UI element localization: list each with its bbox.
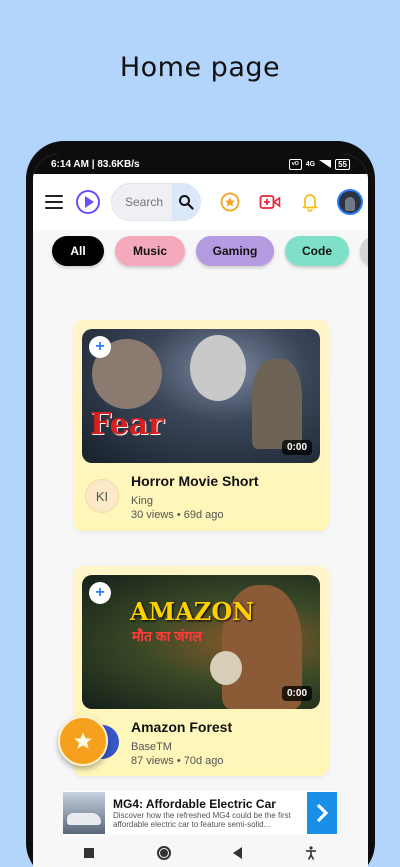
chip-gaming[interactable]: Gaming [196, 236, 274, 266]
chip-all[interactable]: All [52, 236, 104, 266]
ad-banner[interactable]: MG4: Affordable Electric Car Discover ho… [63, 791, 337, 835]
add-to-playlist-button[interactable]: + [89, 336, 111, 358]
search-input[interactable] [112, 184, 172, 220]
home-button[interactable] [156, 846, 171, 860]
star-icon [220, 192, 240, 212]
network-label: 4G [305, 160, 316, 168]
page-heading: Home page [119, 52, 281, 83]
video-title[interactable]: Horror Movie Short [131, 473, 259, 489]
video-duration: 0:00 [281, 686, 312, 701]
ad-title: MG4: Affordable Electric Car [113, 797, 276, 811]
notifications-button[interactable] [299, 191, 321, 213]
search-button[interactable] [172, 184, 200, 220]
bell-icon [302, 194, 318, 212]
search-bar [111, 183, 201, 221]
chip-code[interactable]: Code [285, 236, 349, 266]
channel-name[interactable]: King [131, 494, 259, 508]
chevron-right-icon [316, 803, 329, 823]
accessibility-icon[interactable] [305, 846, 317, 860]
chip-music[interactable]: Music [115, 236, 185, 266]
video-meta: Amazon Forest BaseTM 87 views • 70d ago [82, 719, 320, 768]
thumbnail-title: Fear [90, 407, 164, 442]
channel-name[interactable]: BaseTM [131, 740, 232, 754]
video-plus-icon [259, 195, 281, 209]
signal-icon [319, 160, 332, 168]
thumbnail-figure [252, 359, 302, 449]
system-nav-bar [33, 839, 368, 867]
video-card[interactable]: Fear + 0:00 KI Horror Movie Short King 3… [73, 320, 329, 531]
recents-button[interactable] [84, 848, 95, 858]
star-icon [74, 732, 92, 749]
video-meta: KI Horror Movie Short King 30 views • 69… [82, 473, 320, 522]
status-time: 6:14 AM | 83.6KB/s [51, 158, 140, 170]
status-icons: ᵛᴼ 4G 55 [288, 158, 350, 170]
search-icon [179, 195, 194, 210]
ad-image [63, 792, 105, 834]
ad-text: MG4: Affordable Electric Car Discover ho… [113, 797, 307, 829]
app-screen: 6:14 AM | 83.6KB/s ᵛᴼ 4G 55 Search All M… [33, 154, 368, 867]
video-stats: 87 views • 70d ago [131, 755, 224, 767]
video-duration: 0:00 [281, 440, 312, 455]
video-title[interactable]: Amazon Forest [131, 719, 232, 735]
ad-description: Discover how the refreshed MG4 could be … [113, 811, 291, 829]
thumbnail-subtitle: मौत का जंगल [132, 628, 202, 644]
add-to-playlist-button[interactable]: + [89, 582, 111, 604]
video-info: Amazon Forest BaseTM 87 views • 70d ago [131, 719, 232, 768]
top-app-bar [33, 174, 368, 230]
play-logo-icon[interactable] [76, 190, 100, 214]
channel-avatar[interactable]: KI [85, 479, 119, 513]
thumbnail-figure [210, 651, 242, 685]
video-thumbnail[interactable]: Fear + 0:00 [82, 329, 320, 463]
favorites-fab[interactable] [58, 716, 108, 766]
chip-partial[interactable] [360, 236, 368, 266]
favorites-button[interactable] [219, 191, 241, 213]
video-info: Horror Movie Short King 30 views • 69d a… [131, 473, 259, 522]
thumbnail-title: AMAZON [130, 597, 255, 626]
battery-icon: 55 [335, 158, 350, 170]
video-stats: 30 views • 69d ago [131, 509, 224, 521]
ad-open-button[interactable] [307, 792, 337, 834]
status-bar: 6:14 AM | 83.6KB/s ᵛᴼ 4G 55 [33, 154, 368, 174]
back-button[interactable] [233, 847, 243, 859]
volte-icon: ᵛᴼ [288, 158, 302, 170]
menu-icon[interactable] [45, 195, 63, 209]
profile-avatar[interactable] [337, 189, 363, 215]
thumbnail-figure [190, 335, 246, 401]
category-chips: All Music Gaming Code [33, 236, 368, 272]
video-card[interactable]: AMAZON मौत का जंगल + 0:00 Amazon Forest … [73, 566, 329, 776]
upload-button[interactable] [259, 191, 281, 213]
video-thumbnail[interactable]: AMAZON मौत का जंगल + 0:00 [82, 575, 320, 709]
